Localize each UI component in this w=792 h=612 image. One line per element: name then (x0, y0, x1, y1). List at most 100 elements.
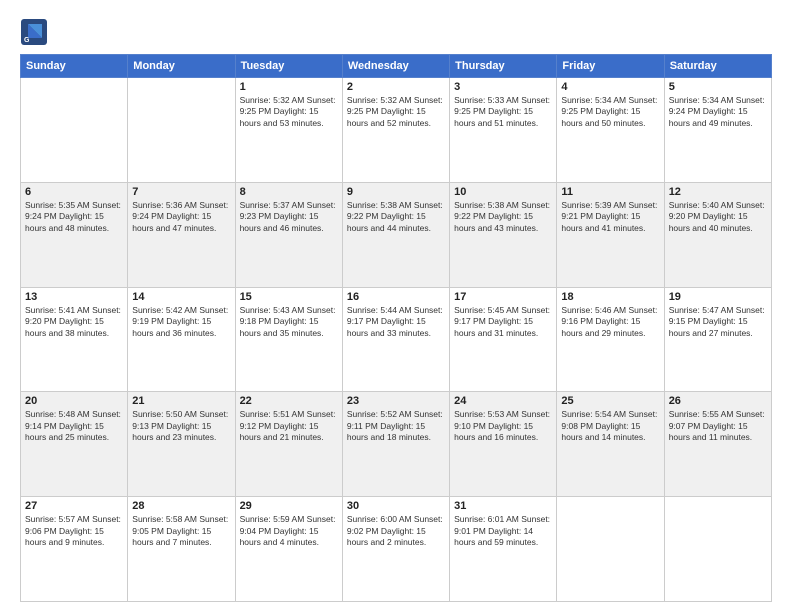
day-info: Sunrise: 5:46 AM Sunset: 9:16 PM Dayligh… (561, 305, 659, 339)
weekday-header-saturday: Saturday (664, 55, 771, 78)
day-info: Sunrise: 5:50 AM Sunset: 9:13 PM Dayligh… (132, 409, 230, 443)
calendar-cell: 27 Sunrise: 5:57 AM Sunset: 9:06 PM Dayli… (21, 497, 128, 602)
calendar-cell: 22 Sunrise: 5:51 AM Sunset: 9:12 PM Dayli… (235, 392, 342, 497)
calendar-week-row: 13Sunrise: 5:41 AM Sunset: 9:20 PM Dayli… (21, 287, 772, 392)
day-info: Sunrise: 5:52 AM Sunset: 9:11 PM Dayligh… (347, 409, 445, 443)
day-info: Sunrise: 5:53 AM Sunset: 9:10 PM Dayligh… (454, 409, 552, 443)
day-info: Sunrise: 5:59 AM Sunset: 9:04 PM Dayligh… (240, 514, 338, 548)
calendar-cell: 7 Sunrise: 5:36 AM Sunset: 9:24 PM Daylig… (128, 182, 235, 287)
day-info: Sunrise: 5:42 AM Sunset: 9:19 PM Dayligh… (132, 305, 230, 339)
calendar-cell: 10 Sunrise: 5:38 AM Sunset: 9:22 PM Dayli… (450, 182, 557, 287)
day-info: Sunrise: 5:37 AM Sunset: 9:23 PM Dayligh… (240, 200, 338, 234)
header: G (20, 18, 772, 46)
calendar-cell: 21 Sunrise: 5:50 AM Sunset: 9:13 PM Dayli… (128, 392, 235, 497)
day-info: Sunrise: 5:45 AM Sunset: 9:17 PM Dayligh… (454, 305, 552, 339)
day-info: Sunrise: 5:39 AM Sunset: 9:21 PM Dayligh… (561, 200, 659, 234)
calendar-cell: 1 Sunrise: 5:32 AM Sunset: 9:25 PM Daylig… (235, 78, 342, 183)
weekday-header-monday: Monday (128, 55, 235, 78)
calendar-cell: 2 Sunrise: 5:32 AM Sunset: 9:25 PM Daylig… (342, 78, 449, 183)
page: G SundayMondayTuesdayWednesdayThursdayFr… (0, 0, 792, 612)
day-info: Sunrise: 5:41 AM Sunset: 9:20 PM Dayligh… (25, 305, 123, 339)
day-number: 1 (240, 81, 338, 93)
weekday-header-sunday: Sunday (21, 55, 128, 78)
calendar-cell: 24 Sunrise: 5:53 AM Sunset: 9:10 PM Dayli… (450, 392, 557, 497)
day-number: 28 (132, 500, 230, 512)
day-number: 29 (240, 500, 338, 512)
calendar-cell: 28 Sunrise: 5:58 AM Sunset: 9:05 PM Dayli… (128, 497, 235, 602)
day-number: 6 (25, 186, 123, 198)
weekday-header-tuesday: Tuesday (235, 55, 342, 78)
calendar-cell: 29 Sunrise: 5:59 AM Sunset: 9:04 PM Dayli… (235, 497, 342, 602)
day-number: 9 (347, 186, 445, 198)
logo: G (20, 18, 52, 46)
day-number: 5 (669, 81, 767, 93)
day-number: 22 (240, 395, 338, 407)
day-number: 24 (454, 395, 552, 407)
day-info: Sunrise: 5:58 AM Sunset: 9:05 PM Dayligh… (132, 514, 230, 548)
day-number: 21 (132, 395, 230, 407)
day-info: Sunrise: 5:38 AM Sunset: 9:22 PM Dayligh… (454, 200, 552, 234)
calendar-cell: 9Sunrise: 5:38 AM Sunset: 9:22 PM Daylig… (342, 182, 449, 287)
day-number: 26 (669, 395, 767, 407)
weekday-header-thursday: Thursday (450, 55, 557, 78)
weekday-header-friday: Friday (557, 55, 664, 78)
day-number: 4 (561, 81, 659, 93)
day-number: 31 (454, 500, 552, 512)
day-number: 14 (132, 291, 230, 303)
day-info: Sunrise: 5:32 AM Sunset: 9:25 PM Dayligh… (240, 95, 338, 129)
calendar-week-row: 20Sunrise: 5:48 AM Sunset: 9:14 PM Dayli… (21, 392, 772, 497)
weekday-header-wednesday: Wednesday (342, 55, 449, 78)
calendar-cell (21, 78, 128, 183)
calendar-cell: 25 Sunrise: 5:54 AM Sunset: 9:08 PM Dayli… (557, 392, 664, 497)
day-info: Sunrise: 5:33 AM Sunset: 9:25 PM Dayligh… (454, 95, 552, 129)
calendar-cell: 16 Sunrise: 5:44 AM Sunset: 9:17 PM Dayli… (342, 287, 449, 392)
calendar-cell: 14 Sunrise: 5:42 AM Sunset: 9:19 PM Dayli… (128, 287, 235, 392)
calendar-header-row: SundayMondayTuesdayWednesdayThursdayFrid… (21, 55, 772, 78)
day-info: Sunrise: 5:34 AM Sunset: 9:25 PM Dayligh… (561, 95, 659, 129)
calendar-cell (664, 497, 771, 602)
day-number: 27 (25, 500, 123, 512)
day-info: Sunrise: 5:55 AM Sunset: 9:07 PM Dayligh… (669, 409, 767, 443)
calendar-cell: 11Sunrise: 5:39 AM Sunset: 9:21 PM Dayli… (557, 182, 664, 287)
svg-text:G: G (24, 37, 30, 44)
day-number: 30 (347, 500, 445, 512)
calendar-cell: 19 Sunrise: 5:47 AM Sunset: 9:15 PM Dayli… (664, 287, 771, 392)
calendar-cell: 6Sunrise: 5:35 AM Sunset: 9:24 PM Daylig… (21, 182, 128, 287)
day-number: 20 (25, 395, 123, 407)
day-info: Sunrise: 5:54 AM Sunset: 9:08 PM Dayligh… (561, 409, 659, 443)
calendar-cell: 13Sunrise: 5:41 AM Sunset: 9:20 PM Dayli… (21, 287, 128, 392)
calendar-week-row: 27 Sunrise: 5:57 AM Sunset: 9:06 PM Dayli… (21, 497, 772, 602)
day-number: 12 (669, 186, 767, 198)
calendar-cell: 30Sunrise: 6:00 AM Sunset: 9:02 PM Dayli… (342, 497, 449, 602)
day-number: 25 (561, 395, 659, 407)
calendar-cell: 4 Sunrise: 5:34 AM Sunset: 9:25 PM Daylig… (557, 78, 664, 183)
day-info: Sunrise: 5:44 AM Sunset: 9:17 PM Dayligh… (347, 305, 445, 339)
calendar-cell (128, 78, 235, 183)
calendar-cell: 18Sunrise: 5:46 AM Sunset: 9:16 PM Dayli… (557, 287, 664, 392)
day-info: Sunrise: 5:43 AM Sunset: 9:18 PM Dayligh… (240, 305, 338, 339)
day-info: Sunrise: 5:57 AM Sunset: 9:06 PM Dayligh… (25, 514, 123, 548)
day-number: 17 (454, 291, 552, 303)
calendar-cell: 12 Sunrise: 5:40 AM Sunset: 9:20 PM Dayli… (664, 182, 771, 287)
calendar-cell: 17 Sunrise: 5:45 AM Sunset: 9:17 PM Dayli… (450, 287, 557, 392)
day-info: Sunrise: 5:32 AM Sunset: 9:25 PM Dayligh… (347, 95, 445, 129)
calendar-cell: 5 Sunrise: 5:34 AM Sunset: 9:24 PM Daylig… (664, 78, 771, 183)
day-info: Sunrise: 5:51 AM Sunset: 9:12 PM Dayligh… (240, 409, 338, 443)
day-info: Sunrise: 5:40 AM Sunset: 9:20 PM Dayligh… (669, 200, 767, 234)
calendar-table: SundayMondayTuesdayWednesdayThursdayFrid… (20, 54, 772, 602)
day-info: Sunrise: 5:34 AM Sunset: 9:24 PM Dayligh… (669, 95, 767, 129)
day-number: 7 (132, 186, 230, 198)
day-number: 3 (454, 81, 552, 93)
day-number: 16 (347, 291, 445, 303)
day-number: 23 (347, 395, 445, 407)
day-number: 2 (347, 81, 445, 93)
day-number: 19 (669, 291, 767, 303)
day-info: Sunrise: 5:36 AM Sunset: 9:24 PM Dayligh… (132, 200, 230, 234)
day-info: Sunrise: 5:47 AM Sunset: 9:15 PM Dayligh… (669, 305, 767, 339)
calendar-week-row: 6Sunrise: 5:35 AM Sunset: 9:24 PM Daylig… (21, 182, 772, 287)
calendar-cell: 3 Sunrise: 5:33 AM Sunset: 9:25 PM Daylig… (450, 78, 557, 183)
day-number: 8 (240, 186, 338, 198)
calendar-cell: 26 Sunrise: 5:55 AM Sunset: 9:07 PM Dayli… (664, 392, 771, 497)
day-info: Sunrise: 6:01 AM Sunset: 9:01 PM Dayligh… (454, 514, 552, 548)
day-number: 10 (454, 186, 552, 198)
